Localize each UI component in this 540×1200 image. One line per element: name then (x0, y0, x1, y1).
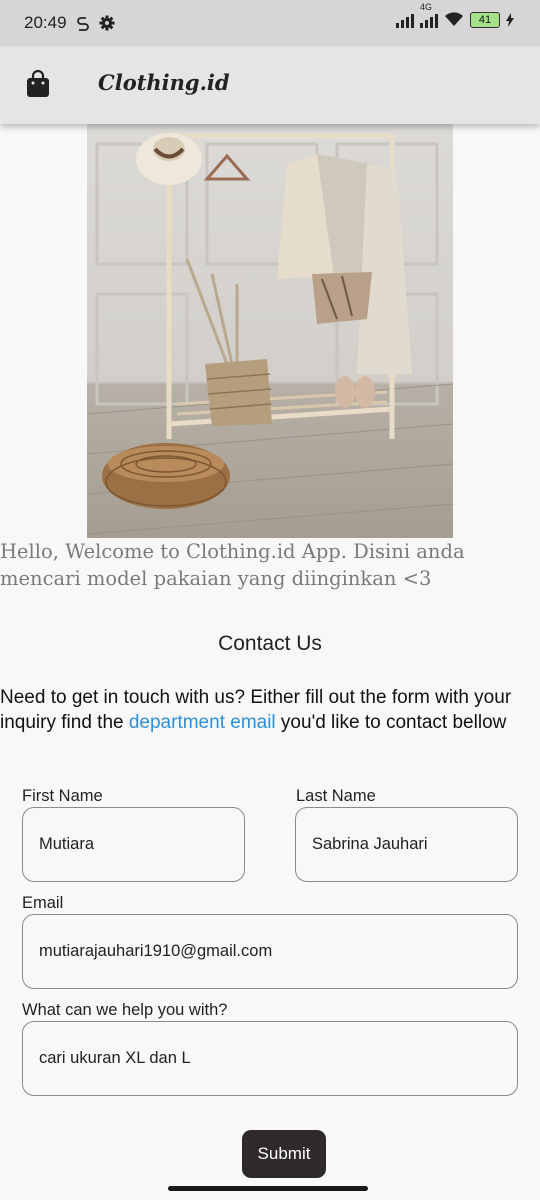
help-message-value: cari ukuran XL dan L (39, 1049, 191, 1067)
status-left: 20:49 (24, 13, 115, 33)
submit-button[interactable]: Submit (242, 1130, 326, 1178)
last-name-label: Last Name (296, 787, 376, 805)
status-bar: 20:49 4G 41 (0, 0, 540, 46)
clothing-rack-illustration (87, 133, 453, 535)
first-name-value: Mutiara (39, 835, 95, 853)
charging-icon (506, 13, 514, 27)
signal-4g-icon: 4G (420, 2, 438, 28)
last-name-field[interactable]: Sabrina Jauhari (295, 807, 518, 882)
first-name-label: First Name (22, 787, 103, 805)
app-title: Clothing.id (98, 70, 230, 95)
help-label: What can we help you with? (22, 1001, 228, 1019)
welcome-text: Hello, Welcome to Clothing.id App. Disin… (0, 540, 465, 590)
intro-text-end: you'd like to contact bellow (275, 712, 507, 733)
email-label: Email (22, 894, 64, 912)
battery-icon: 41 (470, 12, 500, 28)
help-message-field[interactable]: cari ukuran XL dan L (22, 1021, 518, 1096)
sync-icon (76, 17, 89, 31)
app-bar: Clothing.id (0, 46, 540, 124)
status-time: 20:49 (24, 13, 67, 32)
wifi-icon (445, 12, 463, 26)
contact-intro: Need to get in touch with us? Either fil… (0, 685, 540, 735)
network-type: 4G (420, 2, 433, 12)
hero-image (87, 124, 453, 538)
status-right: 4G 41 (396, 2, 514, 28)
last-name-value: Sabrina Jauhari (312, 835, 428, 853)
email-value: mutiarajauhari1910@gmail.com (39, 942, 273, 960)
contact-us-heading: Contact Us (218, 632, 322, 655)
department-email-link[interactable]: department email (129, 712, 276, 733)
shopping-bag-icon[interactable] (26, 70, 50, 98)
first-name-field[interactable]: Mutiara (22, 807, 245, 882)
email-field[interactable]: mutiarajauhari1910@gmail.com (22, 914, 518, 989)
home-indicator[interactable] (168, 1186, 368, 1191)
settings-gear-icon (99, 15, 115, 31)
signal-icon (396, 12, 414, 28)
